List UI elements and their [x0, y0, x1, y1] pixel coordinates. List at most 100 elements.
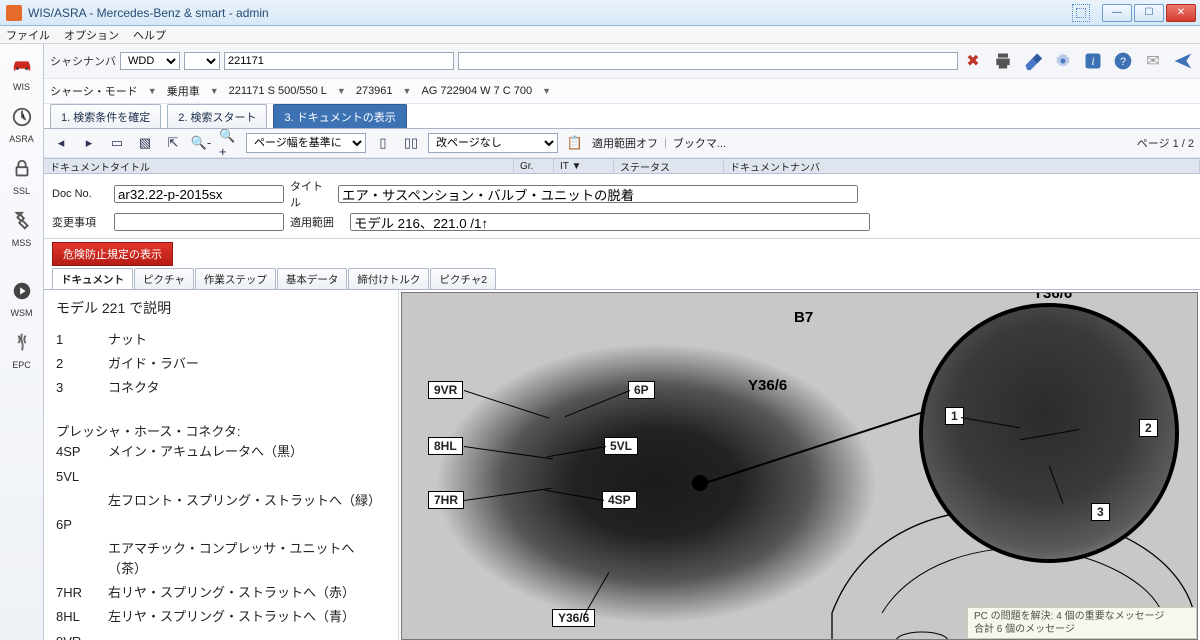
sub-heading: プレッシャ・ホース・コネクタ: — [56, 422, 386, 442]
info-icon[interactable]: i — [1082, 50, 1104, 72]
chassis-sub-select[interactable] — [184, 52, 220, 70]
tool-1-icon[interactable]: ▭ — [106, 133, 128, 153]
tab-picture2[interactable]: ピクチャ2 — [430, 268, 496, 289]
scope-toggle[interactable]: 適用範囲オフ — [592, 135, 658, 151]
docno-input[interactable] — [114, 185, 284, 203]
step-1[interactable]: 1. 検索条件を確定 — [50, 104, 161, 128]
help-icon[interactable]: ? — [1112, 50, 1134, 72]
crumb-3[interactable]: AG 722904 W 7 C 700 — [421, 85, 532, 97]
chassis-label: シャシナンバ — [50, 53, 116, 69]
asra-label: ASRA — [9, 134, 34, 144]
status-line-2: 合計 6 個のメッセージ — [974, 623, 1190, 636]
col-docno[interactable]: ドキュメントナンバ — [724, 159, 1200, 173]
col-status[interactable]: ステータス — [614, 159, 724, 173]
wis-label: WIS — [13, 82, 30, 92]
chassis-long-input[interactable] — [458, 52, 958, 70]
svg-text:?: ? — [1120, 56, 1126, 68]
tab-picture[interactable]: ピクチャ — [134, 268, 194, 289]
inset-callout-3: 3 — [1091, 503, 1110, 521]
asra-icon[interactable] — [7, 102, 37, 132]
step-2[interactable]: 2. 検索スタート — [167, 104, 267, 128]
print-icon[interactable] — [992, 50, 1014, 72]
page-indicator: ページ 1 / 2 — [1137, 135, 1194, 151]
next-page-icon[interactable]: ▸ — [78, 133, 100, 153]
body-heading: モデル 221 で説明 — [56, 298, 386, 320]
crumb-1[interactable]: 221171 S 500/550 L — [229, 85, 327, 97]
step-tabs: 1. 検索条件を確定 2. 検索スタート 3. ドキュメントの表示 — [44, 104, 1200, 129]
col-it[interactable]: IT ▼ — [554, 159, 614, 173]
epc-label: EPC — [12, 360, 31, 370]
column-header: ドキュメントタイトル Gr. IT ▼ ステータス ドキュメントナンバ — [44, 158, 1200, 174]
col-gr[interactable]: Gr. — [514, 159, 554, 173]
ruler-icon[interactable]: ⇱ — [162, 133, 184, 153]
step-3[interactable]: 3. ドキュメントの表示 — [273, 104, 406, 128]
chassis-prefix-select[interactable]: WDD — [120, 52, 180, 70]
menubar: ファイル オプション ヘルプ — [0, 26, 1200, 44]
eraser-icon[interactable] — [1022, 50, 1044, 72]
copy-icon[interactable]: 📋 — [564, 133, 586, 153]
callout-4sp: 4SP — [602, 491, 637, 509]
layout-grid-icon[interactable] — [1072, 4, 1090, 22]
wsm-label: WSM — [11, 308, 33, 318]
mail-icon[interactable]: ✉ — [1142, 50, 1164, 72]
label-b7: B7 — [794, 309, 813, 326]
epc-icon[interactable] — [7, 328, 37, 358]
close-button[interactable]: ✕ — [1166, 4, 1196, 22]
tab-document[interactable]: ドキュメント — [52, 268, 133, 289]
prev-page-icon[interactable]: ◂ — [50, 133, 72, 153]
svg-text:i: i — [1091, 55, 1094, 68]
status-line-1: PC の問題を解決: 4 個の重要なメッセージ — [974, 610, 1190, 623]
wis-icon[interactable] — [7, 50, 37, 80]
crumb-2[interactable]: 273961 — [356, 85, 393, 97]
menu-file[interactable]: ファイル — [6, 27, 50, 43]
crumb-0[interactable]: 乗用車 — [167, 83, 200, 99]
scope-input[interactable] — [350, 213, 870, 231]
image-pane: 9VR 6P 8HL 5VL 7HR 4SP Y36/6 — [399, 290, 1200, 640]
callout-6p: 6P — [628, 381, 655, 399]
doc-fields: Doc No. タイトル 変更事項 適用範囲 — [44, 174, 1200, 239]
menu-options[interactable]: オプション — [64, 27, 119, 43]
paging-select[interactable]: 改ページなし — [428, 133, 558, 153]
view-mode-select[interactable]: ページ幅を基準に — [246, 133, 366, 153]
inset-label-y366: Y36/6 — [1033, 292, 1072, 302]
zoom-out-icon[interactable]: 🔍- — [190, 133, 212, 153]
send-icon[interactable] — [1172, 50, 1194, 72]
text-pane: モデル 221 で説明 1ナット 2ガイド・ラバー 3コネクタ プレッシャ・ホー… — [44, 290, 399, 640]
wsm-icon[interactable] — [7, 276, 37, 306]
title-input[interactable] — [338, 185, 858, 203]
status-tray[interactable]: PC の問題を解決: 4 個の重要なメッセージ 合計 6 個のメッセージ — [967, 607, 1197, 639]
menu-help[interactable]: ヘルプ — [133, 27, 166, 43]
zoom-in-icon[interactable]: 🔍+ — [218, 133, 240, 153]
ssl-icon[interactable] — [7, 154, 37, 184]
delete-icon[interactable]: ✖ — [962, 50, 984, 72]
scope-label: 適用範囲 — [290, 214, 344, 230]
tab-worksteps[interactable]: 作業ステップ — [195, 268, 276, 289]
titlebar: WIS/ASRA - Mercedes-Benz & smart - admin… — [0, 0, 1200, 26]
settings-icon[interactable] — [1052, 50, 1074, 72]
document-body: モデル 221 で説明 1ナット 2ガイド・ラバー 3コネクタ プレッシャ・ホー… — [44, 290, 1200, 640]
col-title[interactable]: ドキュメントタイトル — [44, 159, 514, 173]
label-y366r: Y36/6 — [748, 377, 787, 394]
maximize-button[interactable]: ☐ — [1134, 4, 1164, 22]
page-single-icon[interactable]: ▯ — [372, 133, 394, 153]
tool-2-icon[interactable]: ▧ — [134, 133, 156, 153]
danger-button[interactable]: 危険防止規定の表示 — [52, 242, 173, 266]
chassis-row: シャシナンバ WDD ✖ i ? — [44, 44, 1200, 79]
page-double-icon[interactable]: ▯▯ — [400, 133, 422, 153]
minimize-button[interactable]: — — [1102, 4, 1132, 22]
bookmark-link[interactable]: ブックマ... — [673, 135, 726, 151]
content: シャシナンバ WDD ✖ i ? — [44, 44, 1200, 640]
change-input[interactable] — [114, 213, 284, 231]
tab-torque[interactable]: 締付けトルク — [348, 268, 429, 289]
mode-label[interactable]: シャーシ・モード — [50, 83, 138, 99]
mss-label: MSS — [12, 238, 32, 248]
sidebar: WIS ASRA SSL MSS WSM EPC — [0, 44, 44, 640]
tab-basedata[interactable]: 基本データ — [277, 268, 348, 289]
mss-icon[interactable] — [7, 206, 37, 236]
vin-input[interactable] — [224, 52, 454, 70]
app-icon — [6, 5, 22, 21]
doc-toolbar: ◂ ▸ ▭ ▧ ⇱ 🔍- 🔍+ ページ幅を基準に ▯ ▯▯ 改ページなし 📋 適… — [44, 129, 1200, 158]
callout-y366l: Y36/6 — [552, 609, 595, 627]
docno-label: Doc No. — [52, 188, 108, 200]
breadcrumb: シャーシ・モード▼ 乗用車▼ 221171 S 500/550 L▼ 27396… — [44, 79, 1200, 104]
